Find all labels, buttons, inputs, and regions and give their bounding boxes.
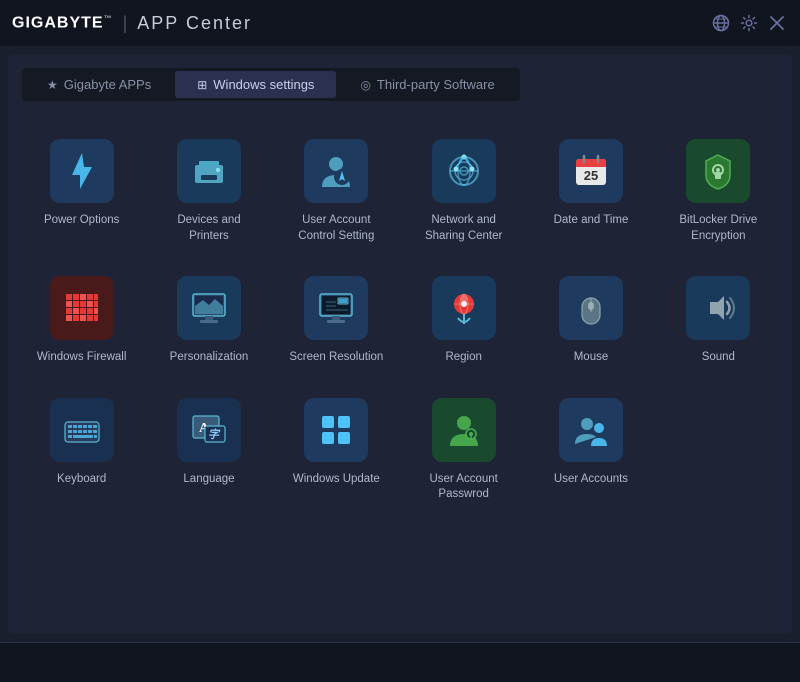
power-options-icon: [50, 139, 114, 203]
icon-user-account-password[interactable]: User Account Passwrod: [404, 384, 523, 513]
icon-windows-firewall[interactable]: Windows Firewall: [22, 262, 141, 376]
close-button[interactable]: [766, 12, 788, 34]
icon-user-account-control[interactable]: User Account Control Setting: [277, 125, 396, 254]
screen-resolution-label: Screen Resolution: [289, 350, 383, 366]
windows-update-icon: [304, 398, 368, 462]
titlebar: GIGABYTE™ | APP Center: [0, 0, 800, 46]
icon-power-options[interactable]: Power Options: [22, 125, 141, 254]
icons-grid: Power Options Devices and Printers: [22, 121, 778, 517]
mouse-icon: [559, 276, 623, 340]
icon-mouse[interactable]: Mouse: [531, 262, 650, 376]
titlebar-controls: [710, 12, 788, 34]
tab-bar: ★ Gigabyte APPs ⊞ Windows settings ◎ Thi…: [22, 68, 520, 101]
icon-keyboard[interactable]: Keyboard: [22, 384, 141, 513]
icon-sound[interactable]: Sound: [659, 262, 778, 376]
language-icon: A 字: [177, 398, 241, 462]
icon-network-sharing[interactable]: Network and Sharing Center: [404, 125, 523, 254]
keyboard-label: Keyboard: [57, 472, 106, 488]
circle-icon: ◎: [360, 78, 370, 92]
region-label: Region: [445, 350, 481, 366]
language-label: Language: [183, 472, 234, 488]
devices-printers-label: Devices and Printers: [157, 213, 260, 244]
datetime-label: Date and Time: [554, 213, 629, 229]
firewall-icon: [50, 276, 114, 340]
sound-label: Sound: [702, 350, 735, 366]
bitlocker-icon: [686, 139, 750, 203]
uac-label: User Account Control Setting: [285, 213, 388, 244]
icon-region[interactable]: Region: [404, 262, 523, 376]
personalization-icon: [177, 276, 241, 340]
globe-button[interactable]: [710, 12, 732, 34]
tab-third-party[interactable]: ◎ Third-party Software: [338, 71, 516, 98]
main-content: ★ Gigabyte APPs ⊞ Windows settings ◎ Thi…: [8, 54, 792, 634]
useraccount-icon: [559, 398, 623, 462]
brand-logo: GIGABYTE™: [12, 14, 113, 32]
bitlocker-label: BitLocker Drive Encryption: [667, 213, 770, 244]
mouse-label: Mouse: [574, 350, 609, 366]
icon-bitlocker[interactable]: BitLocker Drive Encryption: [659, 125, 778, 254]
firewall-label: Windows Firewall: [37, 350, 126, 366]
sound-icon: [686, 276, 750, 340]
userpass-label: User Account Passwrod: [412, 472, 515, 503]
region-icon: [432, 276, 496, 340]
windows-update-label: Windows Update: [293, 472, 380, 488]
svg-text:25: 25: [584, 168, 598, 183]
network-label: Network and Sharing Center: [412, 213, 515, 244]
icon-devices-printers[interactable]: Devices and Printers: [149, 125, 268, 254]
icon-user-accounts[interactable]: User Accounts: [531, 384, 650, 513]
title-divider: |: [123, 13, 128, 34]
useraccount-label: User Accounts: [554, 472, 628, 488]
uac-icon: [304, 139, 368, 203]
bottom-bar: [0, 642, 800, 682]
icon-screen-resolution[interactable]: Screen Resolution: [277, 262, 396, 376]
power-options-label: Power Options: [44, 213, 119, 229]
datetime-icon: 25: [559, 139, 623, 203]
star-icon: ★: [47, 78, 58, 92]
network-icon: [432, 139, 496, 203]
tab-gigabyte-apps[interactable]: ★ Gigabyte APPs: [25, 71, 173, 98]
titlebar-left: GIGABYTE™ | APP Center: [12, 13, 252, 34]
app-title: APP Center: [137, 13, 252, 34]
icon-windows-update[interactable]: Windows Update: [277, 384, 396, 513]
screen-resolution-icon: [304, 276, 368, 340]
icon-date-time[interactable]: 25 Date and Time: [531, 125, 650, 254]
personalization-label: Personalization: [170, 350, 249, 366]
userpass-icon: [432, 398, 496, 462]
icon-personalization[interactable]: Personalization: [149, 262, 268, 376]
devices-printers-icon: [177, 139, 241, 203]
grid-icon: ⊞: [197, 78, 207, 92]
icon-language[interactable]: A 字 Language: [149, 384, 268, 513]
settings-button[interactable]: [738, 12, 760, 34]
keyboard-icon: [50, 398, 114, 462]
tab-windows-settings[interactable]: ⊞ Windows settings: [175, 71, 336, 98]
